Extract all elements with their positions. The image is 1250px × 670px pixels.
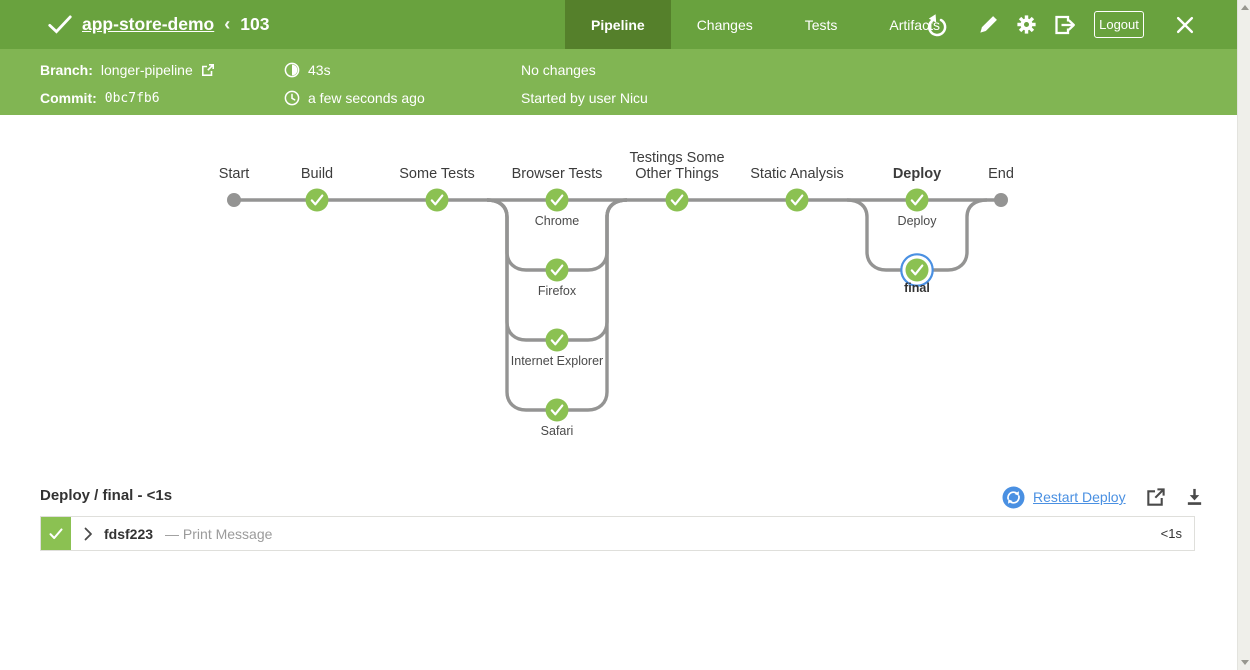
node-build[interactable] (306, 189, 329, 212)
stage-label-some-tests[interactable]: Some Tests (399, 166, 475, 182)
tab-tests[interactable]: Tests (779, 0, 864, 49)
stage-label-end: End (988, 166, 1014, 182)
node-chrome[interactable] (546, 189, 569, 212)
branch-label: Branch: (40, 62, 93, 78)
run-info-bar: Branch: longer-pipeline Commit: 0bc7fb6 … (0, 49, 1237, 115)
stage-label-build[interactable]: Build (301, 166, 333, 182)
selected-stage-title: Deploy / final - <1s (40, 487, 172, 504)
duration-icon (284, 62, 300, 78)
run-time-ago: a few seconds ago (308, 90, 425, 106)
step-status-success (41, 517, 71, 550)
clock-icon (284, 90, 300, 106)
restart-deploy-link[interactable]: Restart Deploy (1033, 489, 1126, 505)
run-header: app-store-demo ‹ 103 (48, 0, 269, 49)
branch-label-deploy[interactable]: Deploy (898, 214, 937, 228)
node-some-tests[interactable] (426, 189, 449, 212)
restart-deploy-icon[interactable] (1002, 486, 1025, 509)
header-actions: Logout (925, 0, 1197, 49)
stage-label-static-analysis[interactable]: Static Analysis (750, 166, 844, 182)
branch-safari-path (487, 200, 627, 410)
branch-final-path (847, 200, 987, 270)
step-row[interactable]: fdsf223 — Print Message <1s (40, 516, 1195, 551)
branch-firefox-path (487, 200, 627, 270)
commit-value: 0bc7fb6 (105, 91, 160, 106)
commit-label: Commit: (40, 90, 97, 106)
logout-button[interactable]: Logout (1094, 11, 1144, 38)
external-link-icon[interactable] (201, 63, 215, 77)
chevron-right-icon[interactable] (84, 527, 93, 541)
node-firefox[interactable] (546, 259, 569, 282)
node-end (994, 193, 1008, 207)
close-icon[interactable] (1173, 13, 1197, 37)
header-tabs: Pipeline Changes Tests Artifacts (565, 0, 966, 49)
run-separator: ‹ (224, 14, 230, 35)
stage-label-start: Start (219, 166, 250, 182)
tab-pipeline[interactable]: Pipeline (565, 0, 671, 49)
branch-label-safari[interactable]: Safari (541, 424, 574, 438)
changes-summary: No changes (521, 62, 596, 78)
node-start (227, 193, 241, 207)
node-testings-some-other-things[interactable] (666, 189, 689, 212)
top-header-bar: app-store-demo ‹ 103 Pipeline Changes Te… (0, 0, 1237, 49)
step-duration: <1s (1161, 526, 1182, 541)
branch-label-final[interactable]: final (904, 281, 930, 295)
open-external-icon[interactable] (1145, 487, 1166, 508)
step-description: — Print Message (165, 526, 272, 542)
exit-logout-icon[interactable] (1053, 13, 1077, 37)
tab-changes[interactable]: Changes (671, 0, 779, 49)
edit-pencil-icon[interactable] (976, 13, 1000, 37)
download-log-icon[interactable] (1185, 487, 1204, 507)
node-final[interactable] (906, 259, 929, 282)
branch-label-chrome[interactable]: Chrome (535, 214, 579, 228)
node-internet-explorer[interactable] (546, 329, 569, 352)
branch-label-internet-explorer[interactable]: Internet Explorer (511, 354, 603, 368)
run-duration: 43s (308, 62, 331, 78)
vertical-scrollbar[interactable] (1237, 0, 1250, 670)
scrollbar-down-arrow[interactable] (1241, 660, 1249, 665)
scrollbar-up-arrow[interactable] (1241, 5, 1249, 10)
stage-label-testings[interactable]: Testings Some Other Things (612, 150, 742, 182)
node-safari[interactable] (546, 399, 569, 422)
settings-gear-icon[interactable] (1014, 13, 1038, 37)
rerun-icon[interactable] (925, 13, 949, 37)
pipeline-name-link[interactable]: app-store-demo (82, 14, 214, 35)
detail-actions: Restart Deploy (1002, 484, 1204, 510)
branch-label-firefox[interactable]: Firefox (538, 284, 576, 298)
run-number: 103 (240, 14, 269, 35)
node-deploy[interactable] (906, 189, 929, 212)
run-status-check-icon (48, 13, 72, 37)
started-by: Started by user Nicu (521, 90, 648, 106)
stage-label-browser-tests[interactable]: Browser Tests (512, 166, 603, 182)
node-static-analysis[interactable] (786, 189, 809, 212)
stage-label-deploy[interactable]: Deploy (893, 166, 941, 182)
branch-value[interactable]: longer-pipeline (101, 62, 193, 78)
step-id: fdsf223 (104, 526, 153, 542)
